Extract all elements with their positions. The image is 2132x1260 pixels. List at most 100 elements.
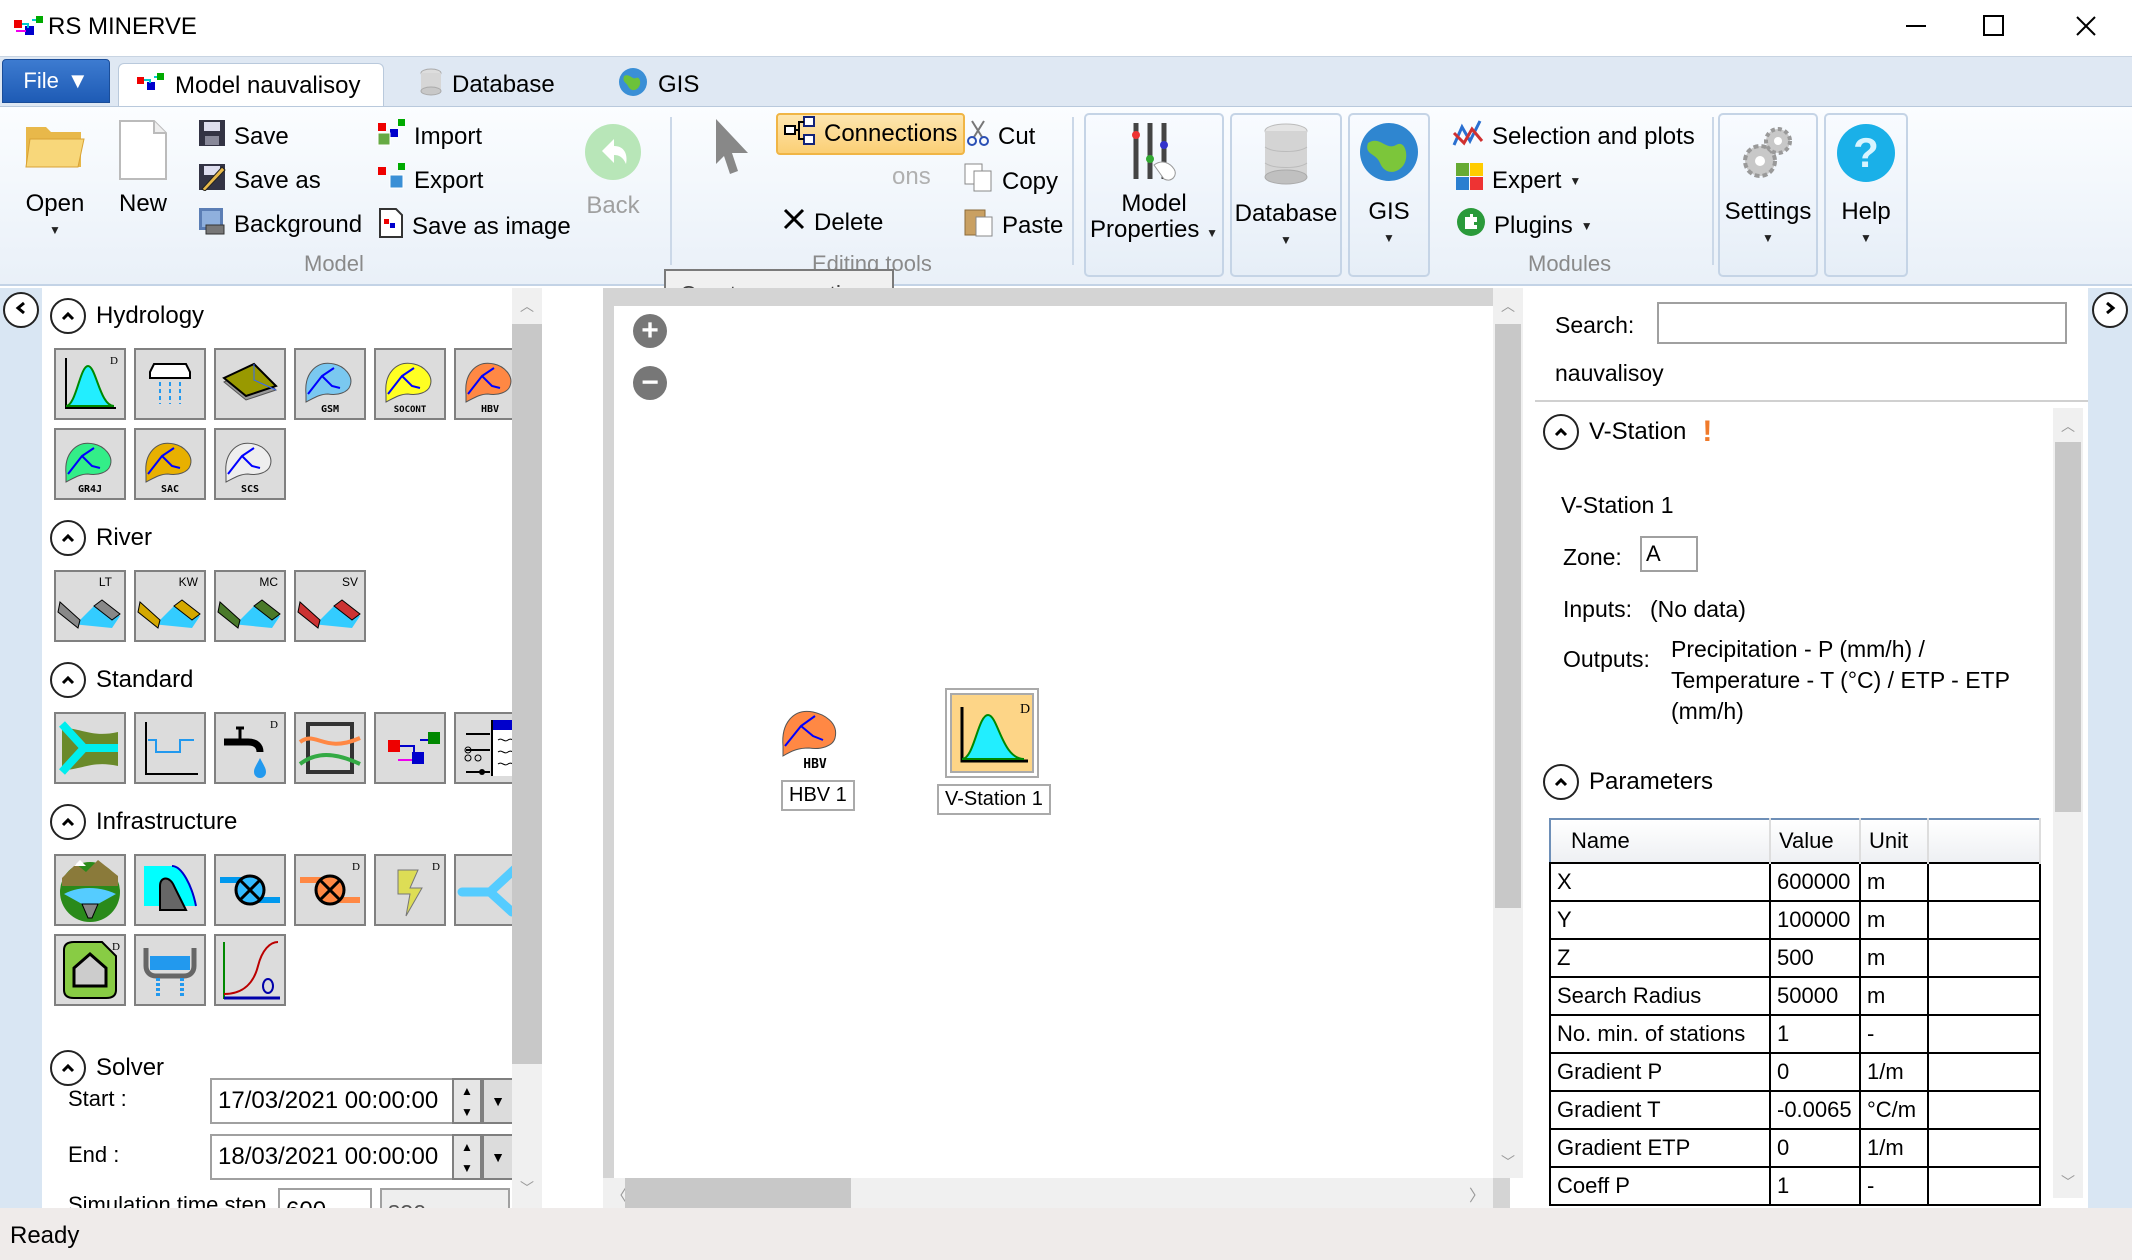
selection-and-plots-button[interactable]: Selection and plots: [1452, 119, 1695, 154]
section-header-v-station[interactable]: V-Station !: [1543, 414, 1712, 450]
tile-hydropower[interactable]: D: [374, 854, 446, 926]
save-button[interactable]: Save: [198, 119, 289, 154]
tab-database[interactable]: Database: [402, 63, 573, 107]
table-row[interactable]: No. min. of stations 1-: [1549, 1014, 2041, 1054]
table-row[interactable]: Gradient T -0.0065 °C/m: [1549, 1090, 2041, 1130]
end-date-picker-button[interactable]: ▼: [482, 1134, 514, 1180]
help-button[interactable]: ? Help ▼: [1824, 113, 1908, 277]
tile-river-mc[interactable]: MC: [214, 570, 286, 642]
expert-button[interactable]: Expert ▼: [1456, 163, 1581, 198]
copy-button[interactable]: Copy: [964, 163, 1058, 200]
canvas-node-hbv[interactable]: HBV HBV 1: [779, 700, 855, 811]
scrollbar-thumb[interactable]: [512, 324, 542, 1064]
column-header-unit[interactable]: Unit: [1860, 819, 1929, 863]
scrollbar-thumb[interactable]: [2055, 442, 2081, 812]
paste-button[interactable]: Paste: [964, 207, 1063, 244]
canvas-horizontal-scrollbar[interactable]: 〈 〉: [603, 1178, 1493, 1208]
tab-gis[interactable]: GIS: [600, 63, 717, 107]
tile-junction[interactable]: [54, 712, 126, 784]
tile-time-series[interactable]: [134, 712, 206, 784]
close-button[interactable]: [2042, 0, 2130, 56]
section-header-parameters[interactable]: Parameters: [1543, 764, 1713, 800]
section-header-solver[interactable]: Solver: [50, 1050, 164, 1086]
import-button[interactable]: Import: [376, 119, 482, 154]
section-header-standard[interactable]: Standard: [50, 662, 193, 698]
open-button[interactable]: Open ▼: [24, 119, 86, 243]
table-row[interactable]: Gradient ETP 0 1/m: [1549, 1128, 2041, 1168]
table-row[interactable]: Gradient P 0 1/m: [1549, 1052, 2041, 1092]
timestep-unit-select[interactable]: sec: [380, 1188, 510, 1208]
tile-river-sv[interactable]: SV: [294, 570, 366, 642]
tile-virtual-station[interactable]: D: [54, 348, 126, 420]
select-pointer-button[interactable]: [712, 117, 752, 182]
tile-sub-model[interactable]: [374, 712, 446, 784]
background-button[interactable]: Background: [198, 207, 362, 242]
column-header-name[interactable]: Name: [1550, 819, 1771, 863]
tile-consumer[interactable]: D: [54, 934, 126, 1006]
tile-comparator[interactable]: [294, 712, 366, 784]
export-button[interactable]: Export: [376, 163, 483, 198]
back-button[interactable]: Back: [584, 123, 642, 219]
cut-button[interactable]: Cut: [966, 119, 1035, 154]
tile-scs[interactable]: SCS: [214, 428, 286, 500]
tile-river-lt[interactable]: LT: [54, 570, 126, 642]
tile-pump[interactable]: D: [294, 854, 366, 926]
maximize-button[interactable]: [1950, 0, 2038, 56]
param-value-cell[interactable]: 0: [1769, 1128, 1861, 1168]
tile-regulation[interactable]: [214, 934, 286, 1006]
tile-irrigation[interactable]: [134, 934, 206, 1006]
tile-turbine[interactable]: [214, 854, 286, 926]
model-properties-button[interactable]: Model Properties ▼: [1084, 113, 1224, 277]
table-row[interactable]: Search Radius 50000 m: [1549, 976, 2041, 1016]
tile-sac[interactable]: SAC: [134, 428, 206, 500]
tile-source[interactable]: D: [214, 712, 286, 784]
param-value-cell[interactable]: 1: [1769, 1014, 1861, 1054]
connections-button[interactable]: Connections: [776, 113, 966, 155]
tile-rain-snow[interactable]: [134, 348, 206, 420]
canvas-vertical-scrollbar[interactable]: ︿ ﹀: [1493, 288, 1523, 1178]
param-value-cell[interactable]: 0: [1769, 1052, 1861, 1092]
properties-scrollbar[interactable]: ︿ ﹀: [2053, 408, 2083, 1198]
tile-snow-glacier[interactable]: [214, 348, 286, 420]
tile-reservoir[interactable]: [54, 854, 126, 926]
tile-spillway[interactable]: [134, 854, 206, 926]
zoom-in-button[interactable]: +: [633, 314, 667, 348]
param-value-cell[interactable]: -0.0065: [1769, 1090, 1861, 1130]
section-header-river[interactable]: River: [50, 520, 152, 556]
param-value-cell[interactable]: 500: [1769, 938, 1861, 978]
database-button[interactable]: Database ▼: [1230, 113, 1342, 277]
save-as-button[interactable]: Save as: [198, 163, 321, 198]
plugins-button[interactable]: Plugins ▼: [1456, 207, 1593, 244]
timestep-input[interactable]: 600: [278, 1188, 372, 1208]
collapse-left-panel-button[interactable]: [3, 292, 39, 328]
delete-button[interactable]: Delete: [782, 207, 883, 238]
tile-gr4j[interactable]: GR4J: [54, 428, 126, 500]
table-row[interactable]: Y 100000 m: [1549, 900, 2041, 940]
scrollbar-thumb[interactable]: [625, 1178, 851, 1208]
param-value-cell[interactable]: 50000: [1769, 976, 1861, 1016]
scrollbar-thumb[interactable]: [1495, 324, 1521, 908]
gis-button[interactable]: GIS ▼: [1348, 113, 1430, 277]
param-value-cell[interactable]: 1: [1769, 1166, 1861, 1206]
search-input[interactable]: [1657, 302, 2067, 344]
column-header-value[interactable]: Value: [1770, 819, 1861, 863]
collapse-right-panel-button[interactable]: [2092, 292, 2128, 328]
save-as-image-button[interactable]: Save as image: [378, 207, 571, 246]
start-date-picker-button[interactable]: ▼: [482, 1078, 514, 1124]
minimize-button[interactable]: [1872, 0, 1960, 56]
canvas-node-v-station[interactable]: D V-Station 1: [937, 688, 1051, 815]
end-datetime-input[interactable]: 18/03/2021 00:00:00: [210, 1134, 454, 1180]
table-row[interactable]: Z 500 m: [1549, 938, 2041, 978]
settings-button[interactable]: Settings ▼: [1718, 113, 1818, 277]
tile-socont[interactable]: SOCONT: [374, 348, 446, 420]
file-menu-button[interactable]: File ▼: [2, 59, 110, 103]
zoom-out-button[interactable]: −: [633, 366, 667, 400]
start-datetime-spinner[interactable]: ▲ ▼: [452, 1078, 482, 1124]
tile-river-kw[interactable]: KW: [134, 570, 206, 642]
left-panel-scrollbar[interactable]: ︿ ﹀: [512, 288, 542, 1208]
new-button[interactable]: New: [118, 119, 168, 217]
table-row[interactable]: Coeff P1-: [1549, 1166, 2041, 1206]
section-header-infrastructure[interactable]: Infrastructure: [50, 804, 237, 840]
tile-gsm[interactable]: GSM: [294, 348, 366, 420]
zone-input[interactable]: [1640, 536, 1698, 572]
